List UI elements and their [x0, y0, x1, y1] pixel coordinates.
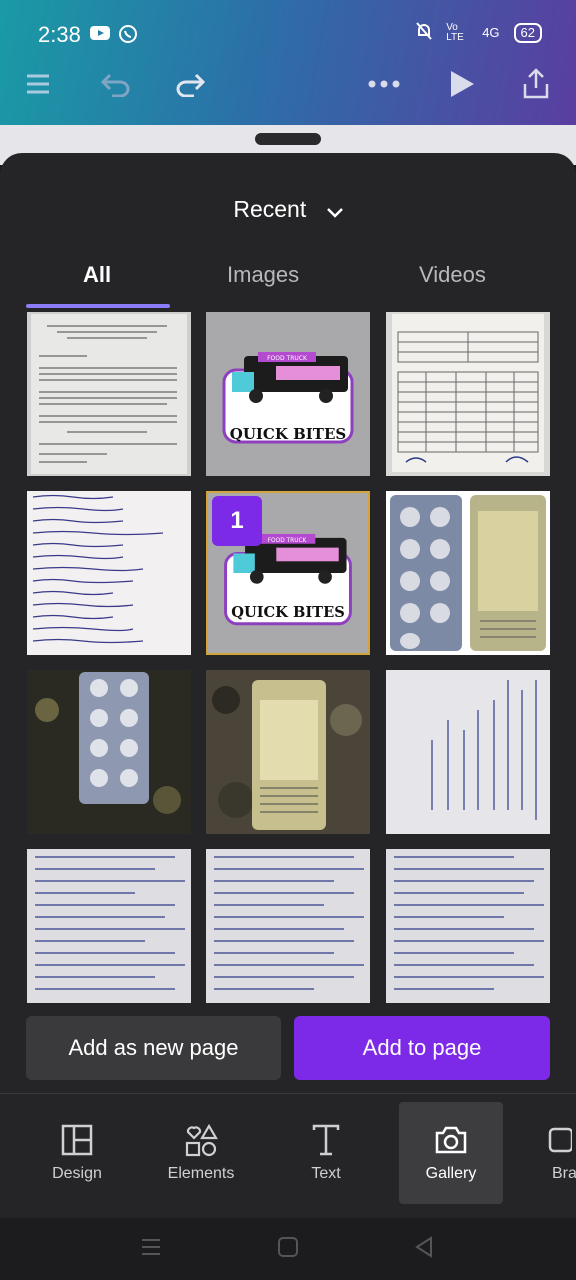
share-icon[interactable]	[516, 64, 556, 104]
media-tile[interactable]	[386, 670, 550, 834]
media-tile[interactable]	[27, 312, 191, 476]
nav-gallery-label: Gallery	[425, 1165, 477, 1182]
nav-elements-label: Elements	[167, 1165, 235, 1182]
youtube-icon	[90, 24, 110, 42]
logo-text: QUICK BITES	[230, 425, 346, 443]
media-tile[interactable]	[206, 670, 370, 834]
logo-text: QUICK BITES	[231, 604, 345, 621]
nav-design-label: Design	[52, 1165, 102, 1182]
tab-videos[interactable]: Videos	[419, 262, 486, 288]
sheet-drag-handle[interactable]	[255, 133, 321, 145]
selection-count-badge: 1	[212, 496, 262, 546]
nav-elements[interactable]: Elements	[149, 1102, 253, 1204]
media-tile[interactable]	[206, 849, 370, 1003]
camera-icon	[435, 1126, 467, 1154]
status-time: 2:38	[38, 22, 81, 47]
tab-images[interactable]: Images	[227, 262, 299, 288]
nav-design[interactable]: Design	[25, 1102, 129, 1204]
media-tile[interactable]: FOOD TRUCK QUICK BITES	[206, 312, 370, 476]
bottom-nav: Design Elements Text Gallery Bra	[0, 1093, 576, 1218]
nav-text[interactable]: Text	[274, 1102, 378, 1204]
system-nav-bar	[0, 1218, 576, 1280]
media-tile[interactable]	[386, 491, 550, 655]
nav-brand-label: Bra	[552, 1165, 576, 1182]
media-tile[interactable]	[27, 670, 191, 834]
media-tabs: All Images Videos	[0, 258, 576, 308]
svg-text:FOOD TRUCK: FOOD TRUCK	[267, 355, 308, 362]
whatsapp-icon	[118, 24, 138, 43]
add-to-page-button[interactable]: Add to page	[294, 1016, 550, 1080]
media-tile[interactable]	[386, 849, 550, 1003]
nav-gallery[interactable]: Gallery	[399, 1102, 503, 1204]
brand-icon	[548, 1127, 572, 1153]
back-icon[interactable]	[413, 1236, 435, 1263]
recent-dropdown[interactable]: Recent	[0, 196, 576, 224]
editor-toolbar	[0, 60, 576, 110]
battery-indicator: 62	[513, 22, 542, 43]
undo-icon[interactable]	[96, 64, 136, 104]
active-tab-indicator	[26, 304, 170, 308]
volte-label: Vo LTE	[446, 21, 464, 43]
layout-icon	[61, 1124, 93, 1156]
media-tile[interactable]	[386, 312, 550, 476]
redo-icon[interactable]	[170, 64, 210, 104]
shapes-icon	[185, 1123, 218, 1157]
chevron-down-icon	[326, 197, 343, 224]
network-label: 4G	[482, 25, 500, 40]
add-as-new-page-button[interactable]: Add as new page	[26, 1016, 281, 1080]
recents-icon[interactable]	[140, 1236, 162, 1263]
nav-text-label: Text	[311, 1165, 341, 1182]
media-tile[interactable]	[27, 849, 191, 1003]
svg-text:FOOD TRUCK: FOOD TRUCK	[268, 538, 307, 544]
play-icon[interactable]	[442, 64, 482, 104]
text-icon	[312, 1124, 340, 1156]
recent-label: Recent	[233, 196, 307, 222]
nav-brand[interactable]: Bra	[522, 1102, 576, 1204]
media-tile[interactable]	[27, 491, 191, 655]
more-icon[interactable]	[364, 64, 404, 104]
menu-icon[interactable]	[18, 64, 58, 104]
tab-all[interactable]: All	[83, 262, 111, 288]
mute-icon	[416, 22, 432, 43]
status-bar: 2:38 Vo LTE 4G 62	[0, 0, 576, 64]
home-icon[interactable]	[277, 1236, 299, 1263]
